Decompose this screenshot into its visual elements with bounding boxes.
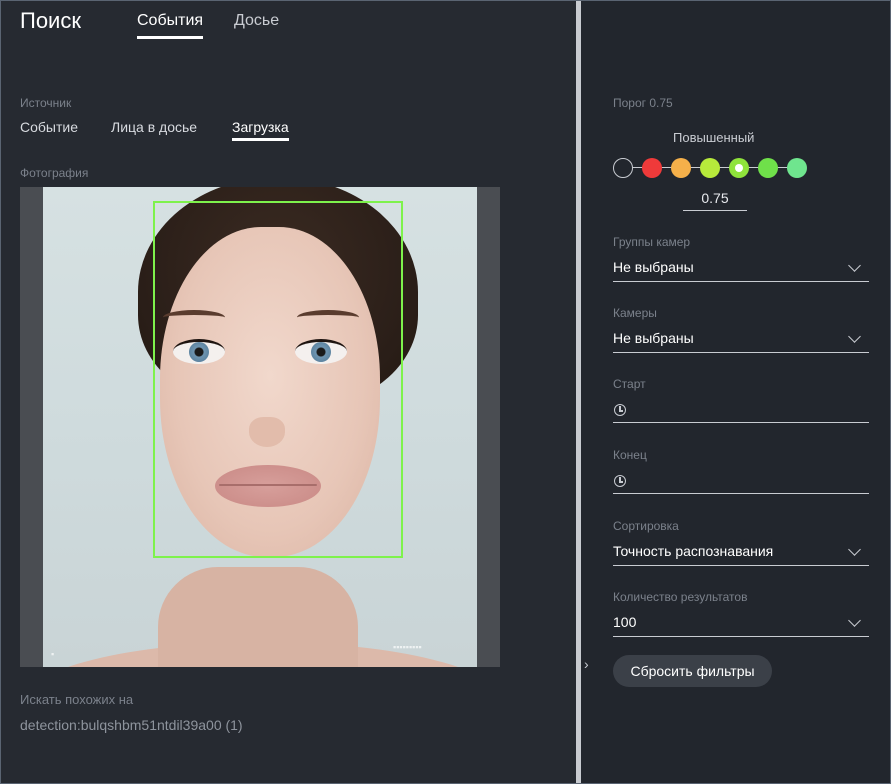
sort-label: Сортировка	[613, 519, 679, 533]
camera-groups-label: Группы камер	[613, 235, 691, 249]
sort-value: Точность распознавания	[613, 543, 774, 559]
threshold-level-0[interactable]	[613, 158, 633, 178]
tab-dossier[interactable]: Досье	[234, 12, 279, 36]
start-datetime-input[interactable]	[613, 400, 869, 423]
reset-filters-button[interactable]: Сбросить фильтры	[613, 655, 772, 687]
photo-neck	[158, 567, 358, 667]
threshold-slider[interactable]	[613, 157, 811, 179]
source-label: Источник	[20, 96, 72, 110]
threshold-value-input[interactable]: 0.75	[683, 190, 747, 211]
cameras-select[interactable]: Не выбраны	[613, 330, 869, 353]
similar-value: detection:bulqshbm51ntdil39a00 (1)	[20, 717, 243, 733]
uploaded-photo: ▪▪▪▪▪▪▪▪▪ ▪	[43, 187, 477, 667]
camera-groups-select[interactable]: Не выбраны	[613, 259, 869, 282]
threshold-level-1[interactable]	[642, 158, 662, 178]
end-label: Конец	[613, 448, 647, 462]
threshold-level-2[interactable]	[671, 158, 691, 178]
tab-events[interactable]: События	[137, 12, 204, 39]
photo-watermark-mark: ▪	[51, 649, 55, 659]
threshold-level-3[interactable]	[700, 158, 720, 178]
end-datetime-input[interactable]	[613, 471, 869, 494]
threshold-level-4[interactable]	[729, 158, 749, 178]
threshold-label: Порог 0.75	[613, 96, 673, 110]
count-select[interactable]: 100	[613, 614, 869, 637]
count-label: Количество результатов	[613, 590, 748, 604]
clock-icon	[614, 404, 626, 416]
cameras-value: Не выбраны	[613, 330, 694, 346]
chevron-right-icon[interactable]: ›	[584, 656, 589, 672]
source-tab-dossier-faces[interactable]: Лица в досье	[111, 119, 197, 138]
source-tab-event[interactable]: Событие	[20, 119, 78, 138]
threshold-level-6[interactable]	[787, 158, 807, 178]
chevron-down-icon	[848, 330, 861, 343]
photo-container[interactable]: ▪▪▪▪▪▪▪▪▪ ▪	[20, 187, 500, 667]
sort-select[interactable]: Точность распознавания	[613, 543, 869, 566]
photo-watermark: ▪▪▪▪▪▪▪▪▪	[393, 642, 422, 652]
page-title: Поиск	[20, 8, 81, 33]
clock-icon	[614, 475, 626, 487]
camera-groups-value: Не выбраны	[613, 259, 694, 275]
threshold-mode: Повышенный	[673, 130, 755, 145]
chevron-down-icon	[848, 259, 861, 272]
chevron-down-icon	[848, 543, 861, 556]
face-bounding-box[interactable]	[153, 201, 403, 558]
source-tab-upload[interactable]: Загрузка	[232, 119, 289, 141]
similar-label: Искать похожих на	[20, 692, 134, 707]
start-label: Старт	[613, 377, 646, 391]
count-value: 100	[613, 614, 637, 630]
cameras-label: Камеры	[613, 306, 657, 320]
threshold-level-5[interactable]	[758, 158, 778, 178]
photo-label: Фотография	[20, 166, 89, 180]
chevron-down-icon	[848, 614, 861, 627]
